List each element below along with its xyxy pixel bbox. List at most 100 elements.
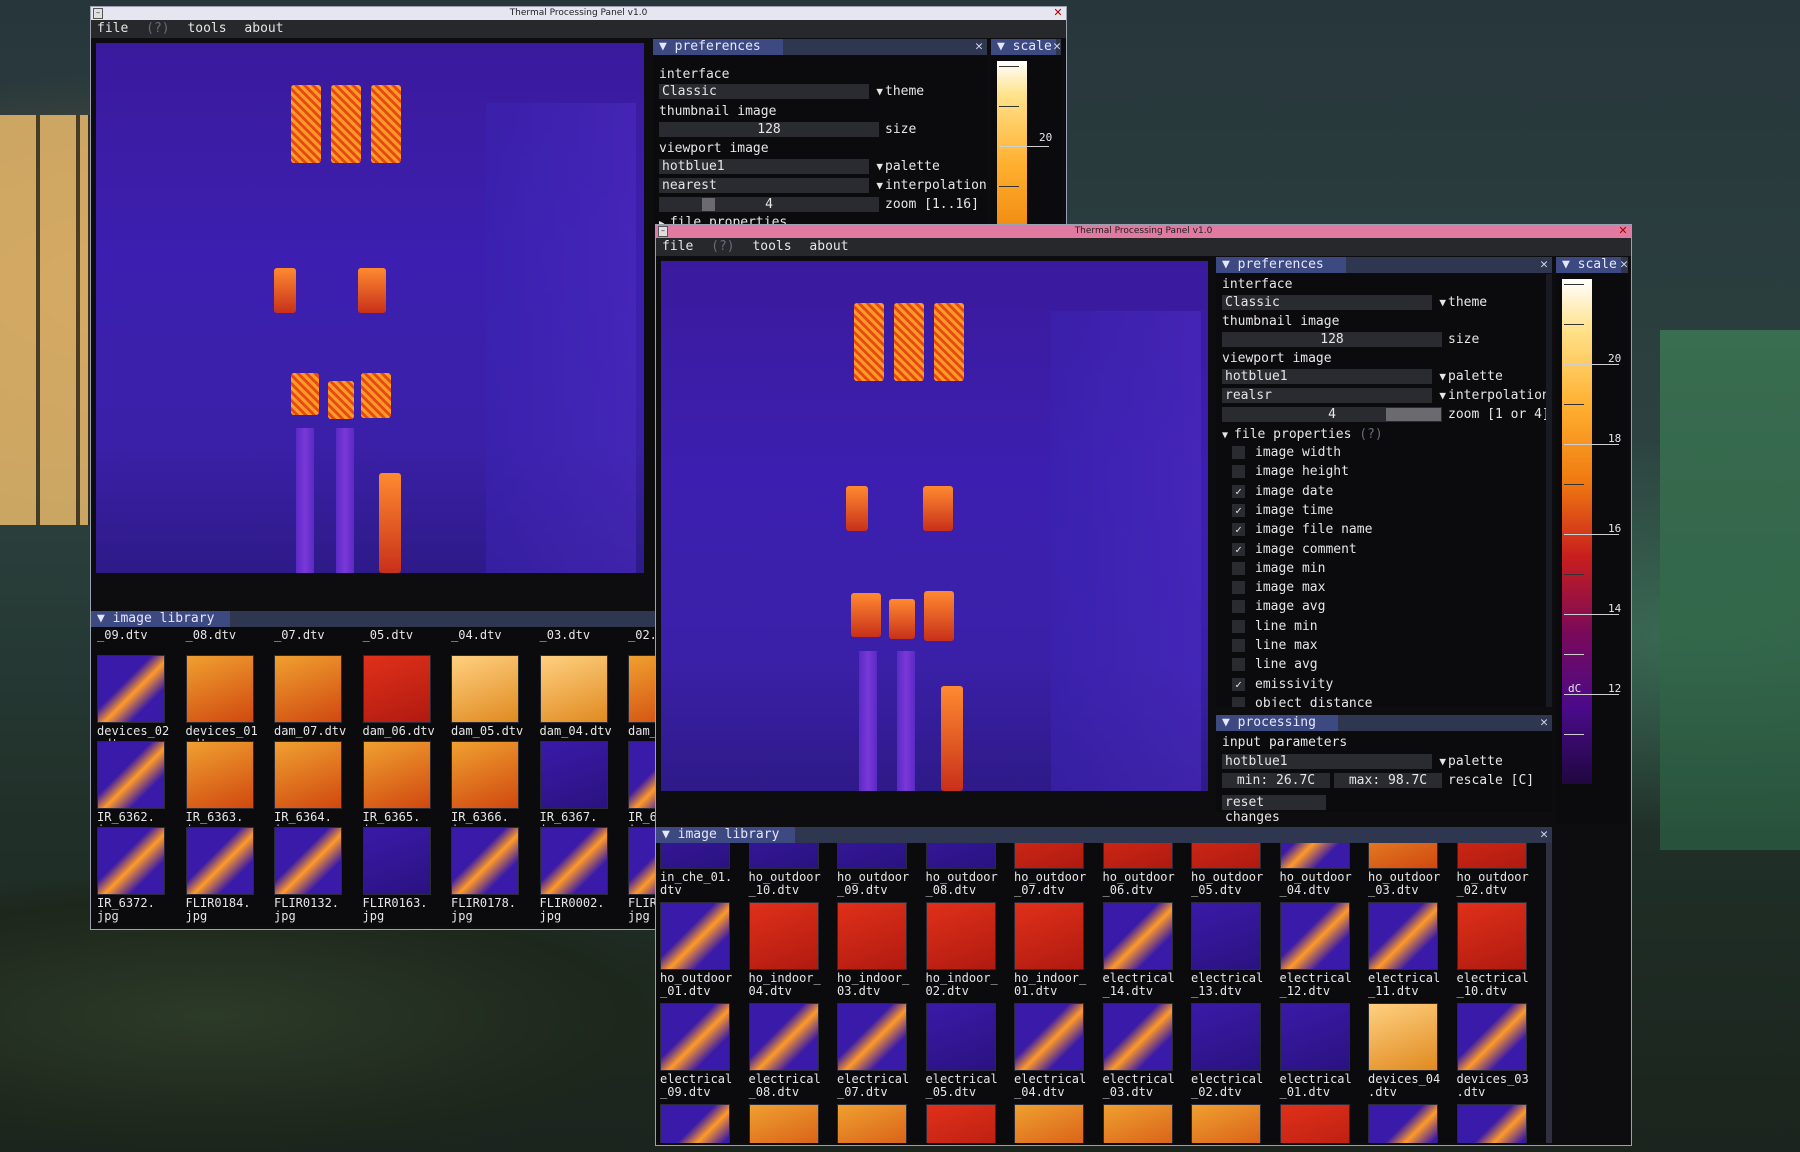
- checkbox-icon[interactable]: [1232, 696, 1245, 707]
- close-icon[interactable]: ✕: [1052, 7, 1064, 19]
- collapse-icon[interactable]: ▼: [97, 611, 113, 626]
- expand-icon[interactable]: ▼: [1222, 430, 1234, 441]
- thumbnail-image[interactable]: [1191, 843, 1261, 869]
- collapse-icon[interactable]: ▼: [1562, 257, 1578, 272]
- checkbox-icon[interactable]: [1232, 619, 1245, 633]
- thumbnail-image[interactable]: [451, 827, 519, 895]
- back-viewport-image[interactable]: [96, 43, 644, 573]
- thumbnail-image[interactable]: [925, 843, 996, 869]
- dropdown-arrow-icon[interactable]: ▼: [1439, 369, 1446, 384]
- front-viewport-image[interactable]: [661, 261, 1208, 791]
- thumbnail-image[interactable]: [451, 655, 519, 723]
- minimize-icon[interactable]: –: [93, 8, 103, 19]
- collapse-icon[interactable]: ▼: [662, 827, 678, 842]
- thumbnail-image[interactable]: [1014, 902, 1084, 970]
- thumbnail-image[interactable]: [1368, 1003, 1438, 1071]
- thumbnail-image[interactable]: [1191, 902, 1261, 970]
- file-property-item[interactable]: image avg: [1232, 598, 1552, 615]
- library-scrollbar[interactable]: [1546, 843, 1552, 1143]
- thumbnail-image[interactable]: [1279, 902, 1350, 970]
- checkbox-checked-icon[interactable]: ✓: [1232, 484, 1245, 498]
- checkbox-icon[interactable]: [1232, 446, 1245, 459]
- close-icon[interactable]: ✕: [1540, 715, 1548, 731]
- close-icon[interactable]: ✕: [1540, 827, 1548, 843]
- collapse-icon[interactable]: ▼: [1222, 257, 1238, 272]
- thumbnail-image[interactable]: [97, 655, 165, 723]
- thumbnail-image[interactable]: [660, 1104, 730, 1143]
- palette-select[interactable]: hotblue1 ▼: [659, 159, 883, 174]
- thumbnail-image[interactable]: [185, 741, 254, 809]
- checkbox-checked-icon[interactable]: ✓: [1232, 542, 1245, 556]
- minimize-icon[interactable]: –: [658, 226, 668, 237]
- thumbnail-image[interactable]: [660, 843, 730, 869]
- thumbnail-image[interactable]: [1368, 902, 1438, 970]
- thumbnail-image[interactable]: [451, 741, 519, 809]
- slider-grab[interactable]: [1386, 408, 1441, 421]
- dropdown-arrow-icon[interactable]: ▼: [1439, 295, 1446, 310]
- thumbnail-image[interactable]: [925, 1003, 996, 1071]
- close-icon[interactable]: ✕: [1620, 257, 1628, 273]
- thumbnail-image[interactable]: [274, 827, 342, 895]
- theme-select[interactable]: Classic ▼: [1222, 295, 1446, 310]
- dropdown-arrow-icon[interactable]: ▼: [1439, 388, 1446, 403]
- file-property-item[interactable]: image height: [1232, 463, 1552, 480]
- menu-about[interactable]: about: [809, 239, 848, 254]
- help-marker[interactable]: (?): [1359, 427, 1382, 442]
- thumbnail-image[interactable]: [925, 1104, 996, 1143]
- thumbnail-image[interactable]: [1014, 843, 1084, 869]
- checkbox-icon[interactable]: [1232, 581, 1245, 595]
- checkbox-icon[interactable]: [1232, 600, 1245, 614]
- thumbnail-image[interactable]: [1279, 1003, 1350, 1071]
- thumbnail-image[interactable]: [837, 843, 907, 869]
- thumbnail-image[interactable]: [748, 902, 819, 970]
- zoom-slider[interactable]: 4: [659, 197, 879, 212]
- close-icon[interactable]: ✕: [1540, 257, 1548, 273]
- front-scale-head[interactable]: ▼ scale ✕: [1556, 257, 1628, 273]
- thumbnail-image[interactable]: [1102, 902, 1173, 970]
- thumbnail-image[interactable]: [748, 1003, 819, 1071]
- thumbnail-image[interactable]: [362, 827, 431, 895]
- file-property-item[interactable]: line max: [1232, 637, 1552, 654]
- thumbnail-image[interactable]: [748, 843, 819, 869]
- slider-grab[interactable]: [702, 198, 715, 211]
- thumbnail-image[interactable]: [1456, 1104, 1527, 1143]
- menu-about[interactable]: about: [244, 21, 283, 36]
- thumbnail-image[interactable]: [274, 655, 342, 723]
- dropdown-arrow-icon[interactable]: ▼: [1439, 754, 1446, 769]
- thumbnail-image[interactable]: [1102, 1003, 1173, 1071]
- thumbnail-image[interactable]: [748, 1104, 819, 1143]
- interpolation-select[interactable]: nearest ▼: [659, 178, 883, 193]
- thumbnail-image[interactable]: [925, 902, 996, 970]
- checkbox-checked-icon[interactable]: ✓: [1232, 677, 1245, 691]
- back-titlebar[interactable]: – Thermal Processing Panel v1.0 ✕: [91, 7, 1066, 20]
- checkbox-checked-icon[interactable]: ✓: [1232, 503, 1245, 517]
- close-icon[interactable]: ✕: [1053, 39, 1061, 55]
- thumbnail-image[interactable]: [1456, 902, 1527, 970]
- dropdown-arrow-icon[interactable]: ▼: [876, 178, 883, 193]
- thumbnail-image[interactable]: [1456, 843, 1527, 869]
- file-property-item[interactable]: ✓ image time: [1232, 502, 1552, 519]
- thumbnail-image[interactable]: [97, 827, 165, 895]
- front-titlebar[interactable]: – Thermal Processing Panel v1.0 ✕: [656, 225, 1631, 238]
- processing-palette-select[interactable]: hotblue1 ▼: [1222, 754, 1446, 769]
- close-icon[interactable]: ✕: [975, 39, 983, 55]
- collapse-icon[interactable]: ▼: [1222, 715, 1238, 730]
- collapse-icon[interactable]: ▼: [997, 39, 1013, 54]
- menu-help[interactable]: (?): [711, 239, 734, 254]
- scrollbar[interactable]: [1546, 274, 1552, 707]
- thumbnail-size-slider[interactable]: 128: [1222, 332, 1442, 347]
- menu-tools[interactable]: tools: [752, 239, 791, 254]
- menu-tools[interactable]: tools: [187, 21, 226, 36]
- checkbox-icon[interactable]: [1232, 465, 1245, 479]
- thumbnail-image[interactable]: [660, 902, 730, 970]
- thumbnail-image[interactable]: [1102, 1104, 1173, 1143]
- interpolation-select[interactable]: realsr ▼: [1222, 388, 1446, 403]
- checkbox-icon[interactable]: [1232, 639, 1245, 652]
- file-property-item[interactable]: image min: [1232, 560, 1552, 577]
- file-property-item[interactable]: ✓ image comment: [1232, 541, 1552, 558]
- thumbnail-image[interactable]: [660, 1003, 730, 1071]
- thumbnail-size-slider[interactable]: 128: [659, 122, 879, 137]
- thumbnail-image[interactable]: [1368, 1104, 1438, 1143]
- dropdown-arrow-icon[interactable]: ▼: [876, 159, 883, 174]
- thumbnail-image[interactable]: [539, 741, 608, 809]
